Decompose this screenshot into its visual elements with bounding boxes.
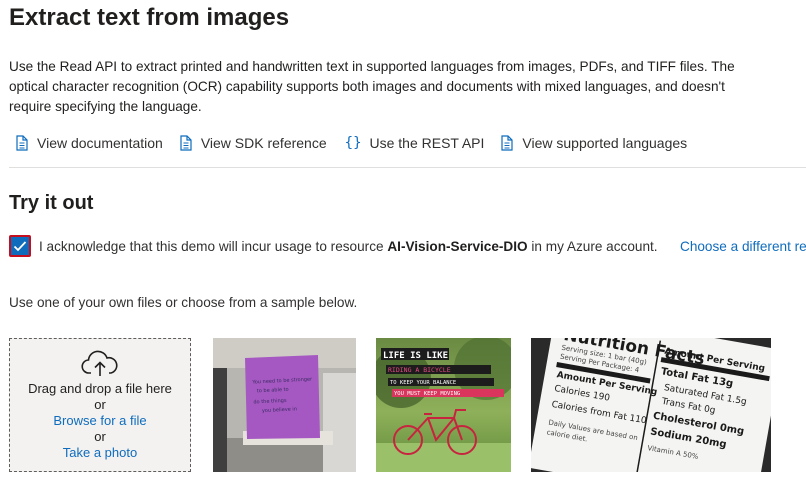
- acknowledge-suffix: in my Azure account.: [527, 238, 658, 254]
- use-rest-api-label: Use the REST API: [369, 135, 485, 151]
- view-sdk-reference-label: View SDK reference: [200, 135, 327, 151]
- view-supported-languages-label: View supported languages: [522, 135, 688, 151]
- take-photo-link[interactable]: Take a photo: [63, 445, 137, 461]
- page-description: Use the Read API to extract printed and …: [9, 59, 735, 114]
- page-title: Extract text from images: [9, 4, 290, 31]
- poster-line: RIDING A BICYCLE: [388, 366, 451, 374]
- poster-line: YOU MUST KEEP MOVING: [394, 391, 460, 397]
- view-documentation-label: View documentation: [37, 135, 163, 151]
- cloud-upload-icon: [81, 350, 118, 376]
- use-rest-api-link[interactable]: {} Use the REST API: [343, 135, 485, 151]
- document-icon: [501, 135, 514, 151]
- view-supported-languages-link[interactable]: View supported languages: [500, 135, 687, 151]
- acknowledge-prefix: I acknowledge that this demo will incur …: [39, 238, 388, 254]
- or-separator: or: [94, 429, 106, 444]
- or-separator: or: [94, 397, 106, 412]
- view-documentation-link[interactable]: View documentation: [15, 135, 163, 151]
- sticky-note: [245, 355, 320, 439]
- sample-image-bicycle-poster[interactable]: LIFE IS LIKE RIDING A BICYCLE TO KEEP YO…: [376, 338, 511, 472]
- acknowledge-text: I acknowledge that this demo will incur …: [39, 239, 658, 254]
- sample-instruction: Use one of your own files or choose from…: [9, 295, 358, 310]
- checkmark-icon: [13, 241, 27, 252]
- poster-line: TO KEEP YOUR BALANCE: [390, 380, 456, 386]
- resource-name: AI-Vision-Service-DIO: [387, 238, 528, 254]
- try-it-out-heading: Try it out: [9, 192, 94, 214]
- resource-links: View documentation View SDK reference {}…: [15, 135, 703, 151]
- view-sdk-reference-link[interactable]: View SDK reference: [179, 135, 327, 151]
- drag-drop-text: Drag and drop a file here: [28, 381, 172, 396]
- file-dropzone[interactable]: Drag and drop a file here or Browse for …: [9, 338, 191, 472]
- document-icon: [16, 135, 28, 151]
- acknowledge-row: I acknowledge that this demo will incur …: [9, 235, 658, 257]
- acknowledge-checkbox[interactable]: [9, 235, 31, 257]
- section-divider: [9, 167, 806, 168]
- braces-icon: {}: [344, 135, 362, 151]
- choose-different-resource-link[interactable]: Choose a different re: [680, 239, 806, 254]
- document-icon: [180, 135, 192, 151]
- sample-image-nutrition-facts[interactable]: Nutrition Facts Serving size: 1 bar (40g…: [531, 338, 771, 472]
- browse-file-link[interactable]: Browse for a file: [53, 413, 146, 429]
- sample-image-sticky-note[interactable]: You need to be stronger to be able to do…: [213, 338, 356, 472]
- poster-line: LIFE IS LIKE: [383, 351, 448, 361]
